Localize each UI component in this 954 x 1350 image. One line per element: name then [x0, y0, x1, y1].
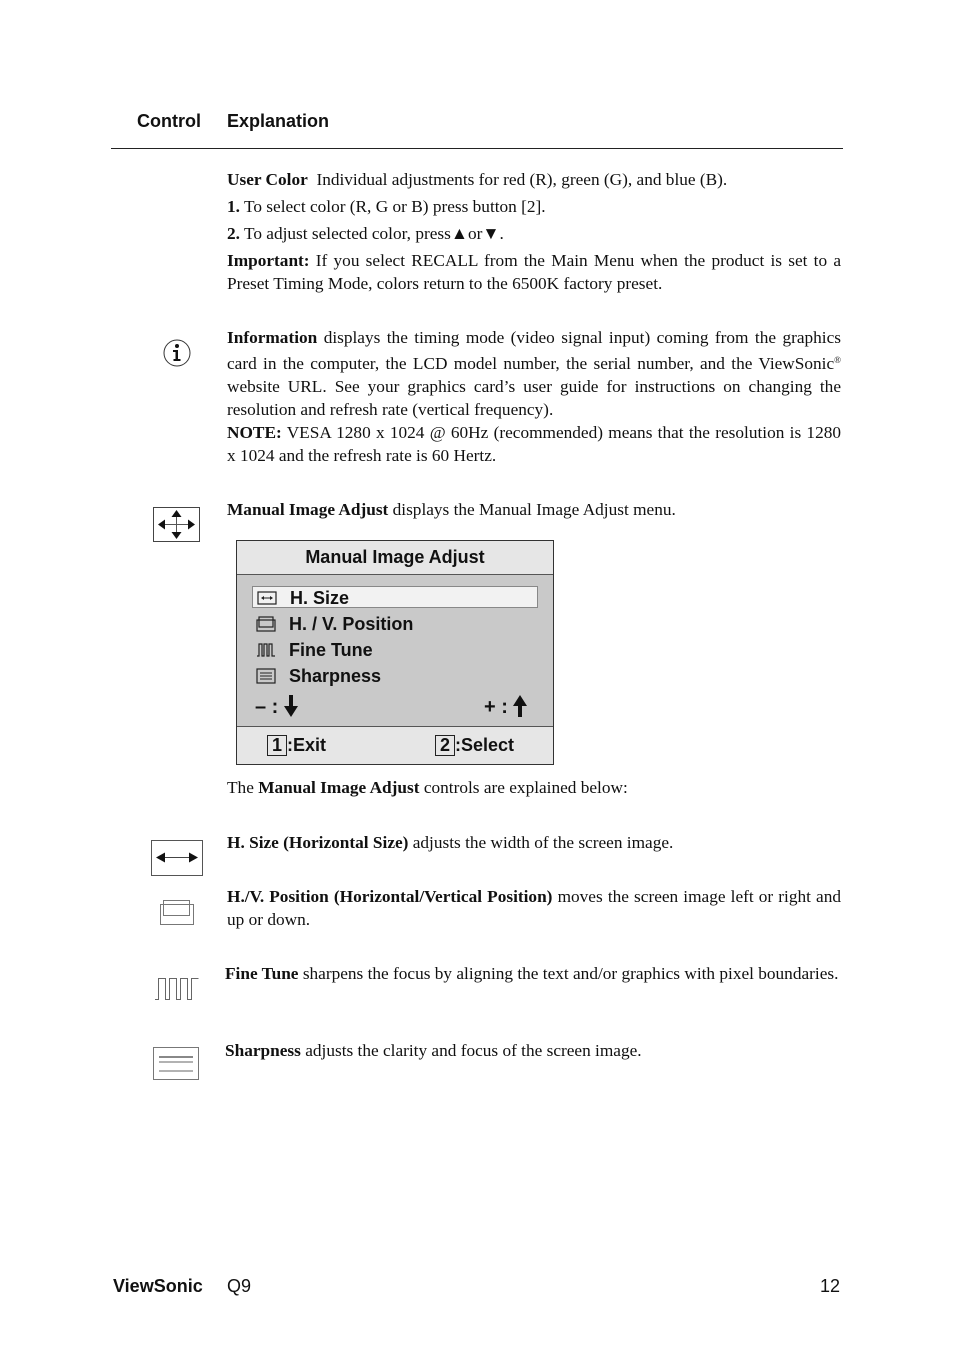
up-arrow-icon — [513, 695, 528, 717]
sharpness-icon — [153, 1047, 199, 1080]
fine-tune-icon — [257, 643, 275, 657]
footer-model: Q9 — [227, 1276, 252, 1296]
osd-item-hv-position[interactable]: H. / V. Position — [252, 613, 538, 635]
osd-exit-button[interactable]: 1:Exit — [267, 735, 326, 756]
user-color-step-2: 2. To adjust selected color, press▲or▼. — [227, 224, 504, 243]
control-fine-tune: Fine Tune sharpens the focus by aligning… — [225, 964, 839, 983]
user-color-step-1: 1. To select color (R, G or B) press but… — [227, 197, 546, 216]
information-description: Information displays the timing mode (vi… — [227, 328, 841, 419]
osd-item-sharpness[interactable]: Sharpness — [252, 665, 538, 687]
down-triangle-icon: ▼ — [482, 224, 500, 243]
osd-item-h-size[interactable]: H. Size — [252, 586, 538, 608]
osd-item-fine-tune[interactable]: Fine Tune — [252, 639, 538, 661]
osd-menu: Manual Image Adjust H. Size H. / V. Posi… — [236, 540, 554, 765]
information-note: NOTE: VESA 1280 x 1024 @ 60Hz (recommend… — [227, 423, 841, 465]
user-color-intro: User Color Individual adjustments for re… — [227, 170, 728, 189]
control-h-size: H. Size (Horizontal Size) adjusts the wi… — [227, 833, 674, 852]
osd-decrease-hint: – : — [255, 695, 298, 719]
osd-select-button[interactable]: 2:Select — [435, 735, 514, 756]
user-color-title: User Color — [227, 170, 308, 189]
four-way-arrows-icon — [153, 507, 200, 542]
hv-position-icon — [160, 900, 194, 925]
osd-menu-footer: 1:Exit 2:Select — [237, 726, 553, 764]
manual-image-adjust-title: Manual Image Adjust — [227, 500, 389, 519]
up-triangle-icon: ▲ — [450, 224, 468, 243]
h-size-icon — [257, 591, 277, 605]
control-sharpness: Sharpness adjusts the clarity and focus … — [225, 1041, 642, 1060]
osd-menu-body: H. Size H. / V. Position Fine Tune Sharp… — [237, 575, 553, 727]
key-2: 2 — [435, 735, 455, 756]
control-hv-position: H./V. Position (Horizontal/Vertical Posi… — [227, 887, 842, 929]
osd-menu-title: Manual Image Adjust — [237, 541, 553, 575]
hv-position-icon — [256, 616, 276, 632]
controls-explained-intro: The Manual Image Adjust controls are exp… — [227, 778, 628, 797]
down-arrow-icon — [283, 695, 298, 717]
sharpness-icon — [256, 668, 276, 684]
header-divider — [111, 148, 843, 149]
manual-image-adjust-description: Manual Image Adjust displays the Manual … — [227, 500, 676, 519]
footer-brand: ViewSonic — [113, 1276, 203, 1296]
info-icon — [163, 339, 191, 367]
page-number: 12 — [820, 1276, 841, 1296]
user-color-important: Important: If you select RECALL from the… — [227, 251, 841, 293]
column-header-control: Control — [137, 111, 201, 131]
h-size-icon — [151, 840, 203, 876]
osd-increase-hint: + : — [484, 695, 528, 719]
key-1: 1 — [267, 735, 287, 756]
fine-tune-icon — [155, 978, 199, 1000]
information-title: Information — [227, 328, 318, 347]
column-header-explanation: Explanation — [227, 111, 330, 131]
